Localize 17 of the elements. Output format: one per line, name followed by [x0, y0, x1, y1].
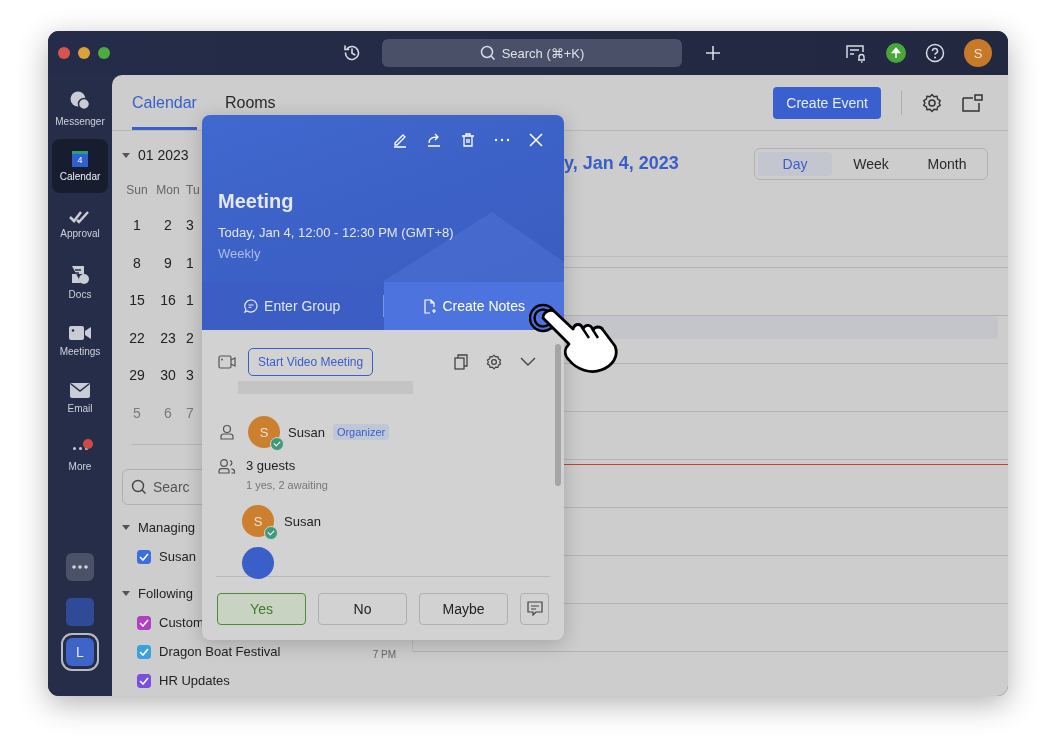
- weekday-label: Tu: [185, 183, 201, 199]
- event-time: Today, Jan 4, 12:00 - 12:30 PM (GMT+8): [218, 225, 455, 240]
- guest-summary: 1 yes, 2 awaiting: [246, 479, 328, 491]
- calendar-icon: 4: [72, 150, 88, 167]
- calendar-name: Dragon Boat Festival: [159, 644, 281, 659]
- event-title: Meeting: [218, 190, 295, 213]
- organizer-name: Susan: [288, 424, 325, 440]
- time-label: 7 PM: [372, 649, 396, 660]
- weekday-label: Mon: [155, 183, 181, 199]
- date-heading: y, Jan 4, 2023: [564, 153, 679, 174]
- calendar-name: HR Updates: [159, 673, 230, 688]
- guest-count: 3 guests: [246, 458, 297, 473]
- guest-name: Susan: [284, 513, 321, 529]
- calendar-name: Susan: [159, 549, 196, 564]
- weekday-label: Sun: [125, 183, 149, 199]
- event-recurrence: Weekly: [218, 246, 262, 261]
- organizer-badge: Organizer: [332, 424, 390, 440]
